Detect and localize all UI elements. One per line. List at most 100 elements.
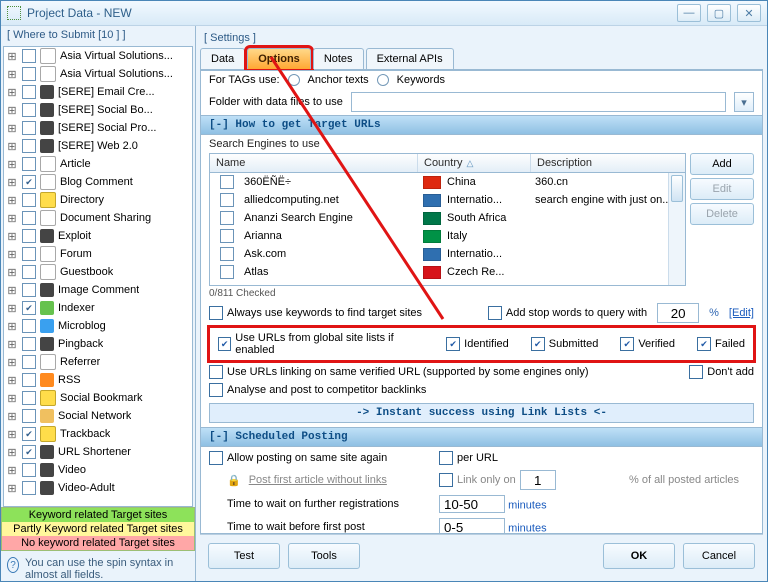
expand-icon[interactable]: ⊞	[6, 104, 18, 117]
tree-item[interactable]: ⊞[SERE] Web 2.0	[4, 137, 192, 155]
link-only-value[interactable]	[520, 470, 556, 490]
tree-item[interactable]: ⊞Video	[4, 461, 192, 479]
test-button[interactable]: Test	[208, 543, 280, 569]
expand-icon[interactable]: ⊞	[6, 392, 18, 405]
identified-checkbox[interactable]	[446, 337, 460, 351]
expand-icon[interactable]: ⊞	[6, 482, 18, 495]
tree-checkbox[interactable]	[22, 211, 36, 225]
folder-dropdown[interactable]: ▾	[734, 92, 754, 112]
tree-item[interactable]: ⊞Guestbook	[4, 263, 192, 281]
tree-item[interactable]: ⊞Document Sharing	[4, 209, 192, 227]
expand-icon[interactable]: ⊞	[6, 464, 18, 477]
tree-checkbox[interactable]	[22, 409, 36, 423]
expand-icon[interactable]: ⊞	[6, 50, 18, 63]
tree-item[interactable]: ⊞Forum	[4, 245, 192, 263]
section-scheduled[interactable]: [-] Scheduled Posting	[201, 427, 762, 447]
cancel-button[interactable]: Cancel	[683, 543, 755, 569]
anchor-texts-radio[interactable]	[288, 74, 300, 86]
expand-icon[interactable]: ⊞	[6, 374, 18, 387]
tree-item[interactable]: ⊞Directory	[4, 191, 192, 209]
tab-external-apis[interactable]: External APIs	[366, 48, 454, 69]
expand-icon[interactable]: ⊞	[6, 158, 18, 171]
tree-checkbox[interactable]	[22, 49, 36, 63]
tree-checkbox[interactable]	[22, 193, 36, 207]
tab-options[interactable]: Options	[247, 48, 311, 69]
row-checkbox[interactable]	[220, 193, 234, 207]
expand-icon[interactable]: ⊞	[6, 194, 18, 207]
row-checkbox[interactable]	[220, 229, 234, 243]
col-country[interactable]: Country△	[418, 154, 531, 172]
tree-checkbox[interactable]	[22, 319, 36, 333]
always-keywords-checkbox[interactable]	[209, 306, 223, 320]
tree-item[interactable]: ⊞Article	[4, 155, 192, 173]
ok-button[interactable]: OK	[603, 543, 675, 569]
close-button[interactable]: ✕	[737, 4, 761, 22]
tree-checkbox[interactable]	[22, 391, 36, 405]
tree-item[interactable]: ⊞Image Comment	[4, 281, 192, 299]
tree-item[interactable]: ⊞Social Bookmark	[4, 389, 192, 407]
dont-add-checkbox[interactable]	[689, 365, 703, 379]
wait-first-input[interactable]	[439, 518, 505, 534]
add-stop-words-checkbox[interactable]	[488, 306, 502, 320]
expand-icon[interactable]: ⊞	[6, 428, 18, 441]
engines-table[interactable]: Name Country△ Description 360ËÑË÷China36…	[209, 153, 686, 286]
tree-item[interactable]: ⊞URL Shortener	[4, 443, 192, 461]
tree-item[interactable]: ⊞RSS	[4, 371, 192, 389]
wait-reg-input[interactable]	[439, 495, 505, 513]
link-only-on-checkbox[interactable]	[439, 473, 453, 487]
tree-item[interactable]: ⊞Microblog	[4, 317, 192, 335]
link-lists-banner[interactable]: -> Instant success using Link Lists <-	[209, 403, 754, 423]
table-row[interactable]: 360ËÑË÷China360.cn	[210, 173, 685, 191]
row-checkbox[interactable]	[220, 211, 234, 225]
table-row[interactable]: alliedcomputing.netInternatio...search e…	[210, 191, 685, 209]
tree-checkbox[interactable]	[22, 265, 36, 279]
tree-checkbox[interactable]	[22, 355, 36, 369]
tree-item[interactable]: ⊞Referrer	[4, 353, 192, 371]
col-description[interactable]: Description	[531, 154, 685, 172]
tree-item[interactable]: ⊞Trackback	[4, 425, 192, 443]
tree-checkbox[interactable]	[22, 67, 36, 81]
expand-icon[interactable]: ⊞	[6, 356, 18, 369]
use-global-lists-checkbox[interactable]	[218, 337, 231, 351]
keywords-radio[interactable]	[377, 74, 389, 86]
expand-icon[interactable]: ⊞	[6, 140, 18, 153]
row-checkbox[interactable]	[220, 265, 234, 279]
expand-icon[interactable]: ⊞	[6, 338, 18, 351]
minutes-link[interactable]: minutes	[508, 500, 547, 512]
tools-button[interactable]: Tools	[288, 543, 360, 569]
expand-icon[interactable]: ⊞	[6, 230, 18, 243]
tree-checkbox[interactable]	[22, 247, 36, 261]
expand-icon[interactable]: ⊞	[6, 410, 18, 423]
tree-checkbox[interactable]	[22, 85, 36, 99]
minutes-link[interactable]: minutes	[508, 523, 547, 535]
expand-icon[interactable]: ⊞	[6, 320, 18, 333]
tree-item[interactable]: ⊞Exploit	[4, 227, 192, 245]
tree-checkbox[interactable]	[22, 283, 36, 297]
expand-icon[interactable]: ⊞	[6, 122, 18, 135]
maximize-button[interactable]: ▢	[707, 4, 731, 22]
folder-input[interactable]	[351, 92, 726, 112]
tab-notes[interactable]: Notes	[313, 48, 364, 69]
per-url-checkbox[interactable]	[439, 451, 453, 465]
tree-checkbox[interactable]	[22, 373, 36, 387]
tree-checkbox[interactable]	[22, 229, 36, 243]
tree-item[interactable]: ⊞Indexer	[4, 299, 192, 317]
expand-icon[interactable]: ⊞	[6, 68, 18, 81]
post-first-article-link[interactable]: Post first article without links	[249, 474, 387, 486]
tree-item[interactable]: ⊞Blog Comment	[4, 173, 192, 191]
analyse-competitor-checkbox[interactable]	[209, 383, 223, 397]
tree-checkbox[interactable]	[22, 481, 36, 495]
category-tree[interactable]: ⊞Asia Virtual Solutions...⊞Asia Virtual …	[3, 46, 193, 507]
tree-checkbox[interactable]	[22, 445, 36, 459]
expand-icon[interactable]: ⊞	[6, 266, 18, 279]
tree-checkbox[interactable]	[22, 121, 36, 135]
tree-checkbox[interactable]	[22, 337, 36, 351]
tree-item[interactable]: ⊞[SERE] Social Bo...	[4, 101, 192, 119]
tree-checkbox[interactable]	[22, 301, 36, 315]
row-checkbox[interactable]	[220, 175, 234, 189]
tree-item[interactable]: ⊞Asia Virtual Solutions...	[4, 65, 192, 83]
tree-checkbox[interactable]	[22, 463, 36, 477]
tree-checkbox[interactable]	[22, 103, 36, 117]
tree-item[interactable]: ⊞Asia Virtual Solutions...	[4, 47, 192, 65]
section-target-urls[interactable]: [-] How to get Target URLs	[201, 115, 762, 135]
